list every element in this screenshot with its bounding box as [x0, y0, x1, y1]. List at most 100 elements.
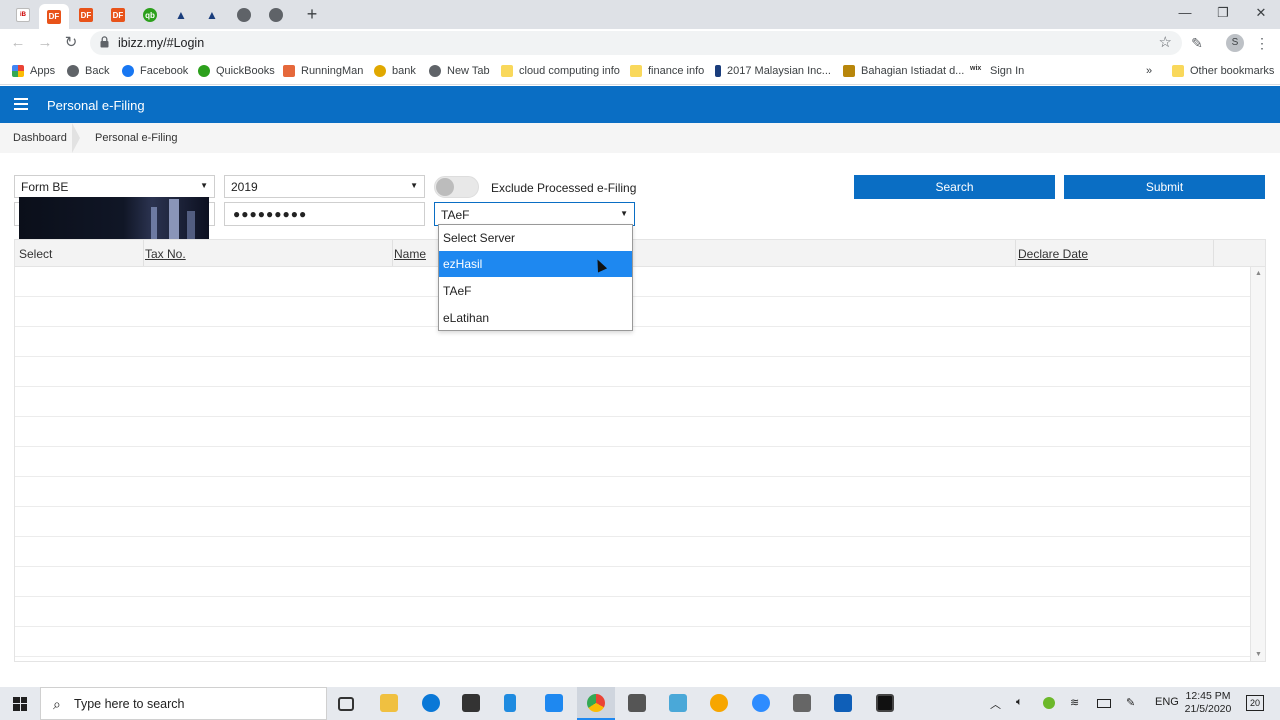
chrome-icon[interactable] — [587, 694, 605, 712]
server-option[interactable]: eLatihan — [439, 305, 632, 331]
tab-pdf-active[interactable]: DF — [39, 4, 69, 29]
minimize-button[interactable]: — — [1166, 2, 1204, 24]
bookmark-item[interactable]: QuickBooks — [198, 63, 275, 79]
tab-globe-2[interactable] — [261, 4, 291, 26]
bookmark-folder[interactable]: finance info — [630, 63, 704, 79]
bookmark-item[interactable]: wix Sign In — [970, 63, 1024, 79]
visual-studio-icon[interactable] — [504, 694, 516, 712]
dropdown-arrow-icon: ▼ — [410, 181, 418, 190]
column-divider — [143, 240, 144, 266]
bookmark-label: Sign In — [990, 65, 1025, 77]
tray-chevron-icon[interactable]: ︿ — [990, 696, 1001, 712]
task-view-icon[interactable] — [338, 697, 354, 711]
battery-icon[interactable] — [1097, 699, 1111, 708]
column-tax-no[interactable]: Tax No. — [145, 247, 186, 261]
bookmark-item[interactable]: Back — [67, 63, 109, 79]
profile-avatar[interactable]: S — [1226, 34, 1244, 52]
bookmark-item[interactable]: New Tab — [429, 63, 490, 79]
taskbar-search-box[interactable]: ⌕ Type here to search — [40, 687, 327, 720]
outlook-icon[interactable] — [834, 694, 852, 712]
server-select[interactable]: TAeF ▼ — [434, 202, 635, 226]
browser-toolbar: ← → ↻ ibizz.my/#Login ☆ ✎ S ⋮ — [0, 29, 1280, 57]
bookmark-folder[interactable]: cloud computing info — [501, 63, 620, 79]
start-button[interactable] — [0, 687, 40, 720]
table-row — [15, 656, 1251, 657]
bookmark-item[interactable]: bank — [374, 63, 416, 79]
breadcrumb-dashboard[interactable]: Dashboard — [13, 132, 67, 144]
column-declare-date[interactable]: Declare Date — [1018, 247, 1088, 261]
column-name[interactable]: Name — [394, 247, 426, 261]
year-value: 2019 — [231, 180, 258, 194]
zoom-icon[interactable] — [752, 694, 770, 712]
tab-pdf-3[interactable]: DF — [103, 4, 133, 26]
city-skyline-image — [19, 197, 209, 244]
volume-icon[interactable]: 🔈︎ — [1016, 696, 1023, 709]
tab-ibizz[interactable]: iB — [8, 4, 38, 26]
bookmark-label: finance info — [648, 65, 705, 77]
bookmark-item[interactable]: RunningMan — [283, 63, 363, 79]
bookmark-label: Other bookmarks — [1190, 65, 1275, 77]
notes-icon[interactable] — [669, 694, 687, 712]
tab-quickbooks[interactable]: qb — [135, 4, 165, 26]
new-tab-button[interactable]: + — [302, 4, 322, 24]
bookmark-label: 2017 Malaysian Inc... — [727, 65, 831, 77]
password-field[interactable]: ●●●●●●●●● — [224, 202, 425, 226]
restore-button[interactable]: ❐ — [1204, 2, 1242, 24]
store-icon[interactable] — [462, 694, 480, 712]
exclude-processed-label: Exclude Processed e-Filing — [491, 181, 637, 195]
calculator-icon[interactable] — [628, 694, 646, 712]
globe-icon — [67, 65, 79, 77]
back-arrow-icon[interactable]: ← — [8, 33, 28, 53]
more-bookmarks-chevron[interactable]: » — [1146, 63, 1152, 79]
wifi-icon[interactable]: ≋ — [1070, 696, 1079, 709]
bookmark-item[interactable]: Bahagian Istiadat d... — [843, 63, 964, 79]
notifications-icon[interactable]: 20 — [1246, 695, 1264, 711]
reading-list-icon[interactable]: ✎ — [1187, 33, 1207, 53]
tab-pdf-2[interactable]: DF — [71, 4, 101, 26]
globe-icon — [429, 65, 441, 77]
edge-icon[interactable] — [422, 694, 440, 712]
hamburger-menu-icon[interactable] — [14, 98, 28, 110]
camera-icon[interactable] — [793, 694, 811, 712]
bookmark-item[interactable]: 2017 Malaysian Inc... — [715, 63, 831, 79]
tab-mountain-2[interactable]: ▲ — [197, 4, 227, 26]
server-option[interactable]: Select Server — [439, 225, 632, 251]
file-explorer-icon[interactable] — [380, 694, 398, 712]
other-bookmarks-folder[interactable]: Other bookmarks — [1172, 63, 1274, 79]
bookmark-item[interactable]: Apps — [12, 63, 55, 79]
clock[interactable]: 12:45 PM 21/5/2020 — [1183, 690, 1233, 716]
form-type-value: Form BE — [21, 180, 69, 194]
address-bar[interactable]: ibizz.my/#Login ☆ — [90, 31, 1182, 55]
bookmark-label: RunningMan — [301, 65, 364, 77]
search-button[interactable]: Search — [854, 175, 1055, 199]
column-select[interactable]: Select — [19, 247, 52, 261]
app-tray-icon[interactable] — [1043, 697, 1055, 709]
submit-button[interactable]: Submit — [1064, 175, 1265, 199]
tab-mountain-1[interactable]: ▲ — [166, 4, 196, 26]
exclude-processed-toggle[interactable] — [434, 176, 479, 198]
year-select[interactable]: 2019 ▼ — [224, 175, 425, 198]
grid-scrollbar[interactable]: ▲ ▼ — [1250, 267, 1265, 661]
form-type-select[interactable]: Form BE ▼ — [14, 175, 215, 198]
quickbooks-icon — [198, 65, 210, 77]
menu-kebab-icon[interactable]: ⋮ — [1252, 33, 1272, 53]
server-option[interactable]: TAeF — [439, 278, 632, 304]
bookmark-item[interactable]: Facebook — [122, 63, 188, 79]
folder-icon — [630, 65, 642, 77]
bookmark-star-icon[interactable]: ☆ — [1159, 33, 1172, 51]
input-language[interactable]: ENG — [1155, 696, 1179, 708]
mail-icon[interactable] — [545, 694, 563, 712]
taskbar-search-placeholder: Type here to search — [74, 697, 185, 711]
forward-arrow-icon[interactable]: → — [35, 33, 55, 53]
scroll-up-icon[interactable]: ▲ — [1255, 270, 1262, 277]
table-row — [15, 536, 1251, 537]
pen-icon[interactable]: ✎ — [1126, 696, 1135, 709]
tab-globe-1[interactable] — [229, 4, 259, 26]
screen-recorder-icon[interactable] — [876, 694, 894, 712]
close-window-button[interactable]: ✕ — [1242, 2, 1280, 24]
table-row — [15, 446, 1251, 447]
scroll-down-icon[interactable]: ▼ — [1255, 651, 1262, 658]
email-app-icon[interactable] — [710, 694, 728, 712]
server-dropdown-list: Select Server ezHasil TAeF eLatihan — [438, 224, 633, 331]
reload-icon[interactable]: ↻ — [61, 33, 81, 53]
